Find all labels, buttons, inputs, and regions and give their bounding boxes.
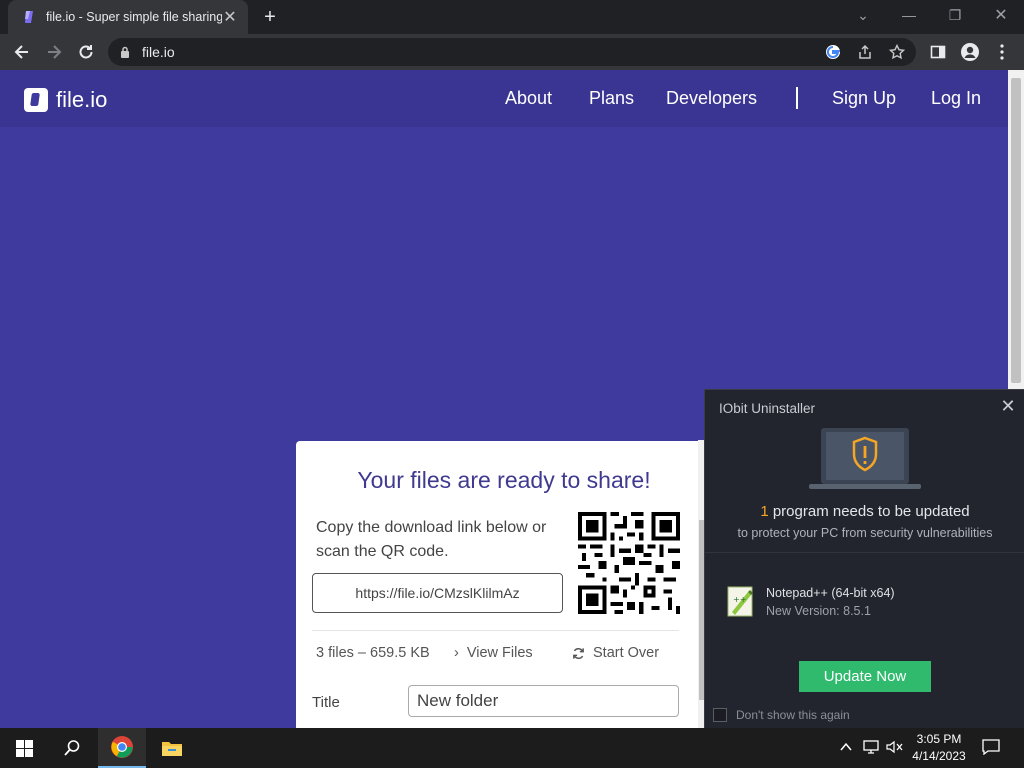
qr-code-icon bbox=[578, 512, 680, 614]
nav-developers[interactable]: Developers bbox=[666, 88, 757, 109]
update-count: 1 bbox=[760, 503, 769, 520]
search-icon bbox=[64, 740, 80, 756]
google-icon[interactable] bbox=[825, 44, 841, 60]
network-icon[interactable] bbox=[862, 740, 880, 757]
avatar-icon bbox=[961, 43, 979, 61]
arrow-left-icon bbox=[14, 45, 28, 59]
taskbar-file-explorer[interactable] bbox=[148, 728, 196, 768]
folder-icon bbox=[162, 742, 182, 756]
nav-divider bbox=[796, 87, 798, 109]
clock-time: 3:05 PM bbox=[916, 732, 962, 746]
notification-center-icon[interactable] bbox=[982, 739, 1000, 758]
taskbar-chrome[interactable] bbox=[98, 728, 146, 768]
popup-title: IObit Uninstaller bbox=[719, 401, 816, 416]
volume-muted-icon[interactable] bbox=[886, 740, 904, 757]
new-tab-button[interactable]: + bbox=[259, 6, 281, 28]
refresh-icon bbox=[573, 647, 584, 659]
side-panel-icon bbox=[930, 45, 946, 59]
windows-taskbar: 3:05 PM 4/14/2023 bbox=[0, 728, 1024, 768]
nav-log-in[interactable]: Log In bbox=[931, 88, 981, 109]
taskbar-search-button[interactable] bbox=[48, 728, 96, 768]
popup-divider bbox=[705, 552, 1024, 553]
title-input[interactable] bbox=[408, 685, 679, 717]
card-divider bbox=[312, 630, 679, 631]
url-text: file.io bbox=[142, 44, 175, 60]
system-clock[interactable]: 3:05 PM 4/14/2023 bbox=[906, 731, 972, 765]
tab-title: file.io - Super simple file sharing bbox=[46, 10, 222, 24]
dont-show-label[interactable]: Don't show this again bbox=[736, 708, 850, 722]
download-link-field[interactable]: https://file.io/CMzslKlilmAz bbox=[312, 573, 563, 613]
brand-name: file.io bbox=[56, 87, 108, 112]
fileio-logo-icon bbox=[24, 88, 48, 112]
nav-plans[interactable]: Plans bbox=[589, 88, 634, 109]
arrow-right-icon bbox=[48, 45, 62, 59]
start-over-link[interactable]: Start Over bbox=[572, 645, 659, 661]
popup-headline: 1 program needs to be updated bbox=[705, 503, 1024, 520]
kebab-menu-icon bbox=[1000, 44, 1004, 60]
profile-button[interactable] bbox=[958, 40, 982, 64]
windows-logo-icon bbox=[15, 739, 33, 757]
minimize-button[interactable]: — bbox=[886, 0, 932, 30]
share-icon[interactable] bbox=[857, 44, 873, 60]
app-version: New Version: 8.5.1 bbox=[766, 604, 871, 618]
share-instructions: Copy the download link below or scan the… bbox=[316, 519, 547, 560]
chrome-menu-button[interactable] bbox=[990, 40, 1014, 64]
reload-icon bbox=[79, 45, 93, 59]
clock-date: 4/14/2023 bbox=[912, 749, 966, 763]
close-window-button[interactable]: ✕ bbox=[978, 0, 1024, 30]
site-logo[interactable]: file.io bbox=[24, 87, 107, 113]
bookmark-star-icon[interactable] bbox=[889, 44, 905, 60]
nav-sign-up[interactable]: Sign Up bbox=[832, 88, 896, 109]
chevron-right-icon: › bbox=[454, 645, 459, 661]
file-summary: 3 files – 659.5 KB bbox=[316, 645, 430, 661]
lock-icon[interactable] bbox=[120, 46, 130, 58]
browser-toolbar: file.io bbox=[0, 34, 1024, 70]
site-header: file.io About Plans Developers Sign Up L… bbox=[0, 70, 1008, 127]
headline-text: program needs to be updated bbox=[772, 503, 970, 520]
svg-text:++: ++ bbox=[733, 595, 746, 604]
browser-tab[interactable]: file.io - Super simple file sharing ✕ bbox=[8, 0, 248, 34]
popup-close-icon[interactable]: ✕ bbox=[999, 396, 1017, 417]
notepad-plus-plus-icon: ++ bbox=[727, 586, 753, 617]
title-label: Title bbox=[312, 694, 340, 711]
browser-tab-strip: file.io - Super simple file sharing ✕ + … bbox=[0, 0, 1024, 34]
start-button[interactable] bbox=[0, 728, 48, 768]
fileio-favicon-icon bbox=[25, 11, 33, 23]
view-files-label: View Files bbox=[466, 645, 533, 661]
start-over-label: Start Over bbox=[593, 645, 660, 661]
dont-show-checkbox[interactable] bbox=[713, 708, 727, 722]
close-tab-icon[interactable]: ✕ bbox=[222, 7, 238, 27]
back-button[interactable] bbox=[10, 40, 34, 64]
update-now-button[interactable]: Update Now bbox=[799, 661, 931, 692]
address-bar[interactable]: file.io bbox=[108, 38, 916, 66]
restore-button[interactable]: ❐ bbox=[932, 0, 978, 30]
nav-about[interactable]: About bbox=[505, 88, 552, 109]
forward-button[interactable] bbox=[42, 40, 66, 64]
reload-button[interactable] bbox=[74, 40, 98, 64]
popup-subline: to protect your PC from security vulnera… bbox=[737, 526, 993, 540]
tray-overflow-icon[interactable] bbox=[839, 740, 853, 757]
share-heading: Your files are ready to share! bbox=[357, 467, 651, 493]
app-name: Notepad++ (64-bit x64) bbox=[766, 586, 895, 600]
chrome-icon bbox=[111, 736, 133, 758]
share-card: Your files are ready to share! Copy the … bbox=[296, 441, 704, 728]
tab-search-icon[interactable]: ⌄ bbox=[840, 0, 886, 30]
side-panel-button[interactable] bbox=[926, 40, 950, 64]
iobit-update-popup: IObit Uninstaller ✕ 1 program needs to b… bbox=[704, 389, 1024, 728]
laptop-shield-icon bbox=[809, 428, 921, 489]
view-files-link[interactable]: › View Files bbox=[454, 645, 533, 661]
page-scroll-thumb[interactable] bbox=[1011, 78, 1021, 383]
